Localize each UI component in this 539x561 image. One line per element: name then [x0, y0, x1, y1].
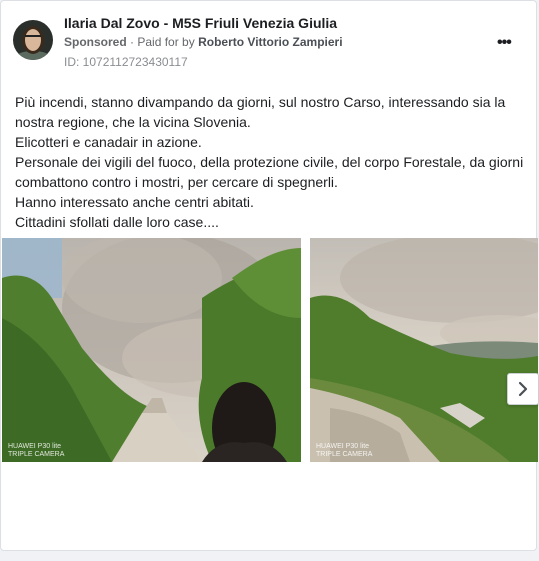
valley-smoke-photo [310, 238, 538, 462]
page-name[interactable]: Ilaria Dal Zovo - M5S Friuli Venezia Giu… [64, 15, 337, 31]
post-text-line: Hanno interessato anche centri abitati. [15, 194, 254, 210]
more-options-icon[interactable]: ••• [497, 34, 512, 52]
avatar[interactable] [13, 20, 53, 60]
ad-id: ID: 1072112723430117 [64, 55, 188, 69]
camera-watermark: HUAWEI P30 lite TRIPLE CAMERA [8, 443, 64, 459]
carousel-image-2[interactable]: HUAWEI P30 lite TRIPLE CAMERA [310, 238, 538, 462]
wildfire-smoke-photo [2, 238, 301, 462]
post-text-line: Personale dei vigili del fuoco, della pr… [15, 154, 524, 170]
post-text-line: Più incendi, stanno divampando da giorni… [15, 94, 506, 110]
watermark-brand: HUAWEI P30 lite [8, 443, 62, 450]
post-text-line: combattono contro i mostri, per cercare … [15, 174, 338, 190]
post-text-line: Cittadini sfollati dalle loro case.... [15, 214, 219, 230]
sponsor-line: Sponsored · Paid for by Roberto Vittorio… [64, 35, 343, 49]
sponsored-label: Sponsored [64, 35, 127, 49]
chevron-right-icon [518, 381, 528, 397]
camera-watermark: HUAWEI P30 lite TRIPLE CAMERA [316, 443, 372, 459]
post-text-line: nostra regione, che la vicina Slovenia. [15, 114, 251, 130]
carousel-image-1[interactable]: HUAWEI P30 lite TRIPLE CAMERA [2, 238, 301, 462]
post-text: Più incendi, stanno divampando da giorni… [15, 92, 530, 232]
watermark-camera: TRIPLE CAMERA [8, 451, 65, 458]
watermark-brand: HUAWEI P30 lite [316, 443, 370, 450]
payer-name: Roberto Vittorio Zampieri [198, 35, 343, 49]
post-text-line: Elicotteri e canadair in azione. [15, 134, 202, 150]
ad-card: Ilaria Dal Zovo - M5S Friuli Venezia Giu… [0, 0, 539, 551]
carousel-next-button[interactable] [507, 373, 539, 405]
watermark-camera: TRIPLE CAMERA [316, 451, 373, 458]
paid-for-label: Paid for by [137, 35, 195, 49]
